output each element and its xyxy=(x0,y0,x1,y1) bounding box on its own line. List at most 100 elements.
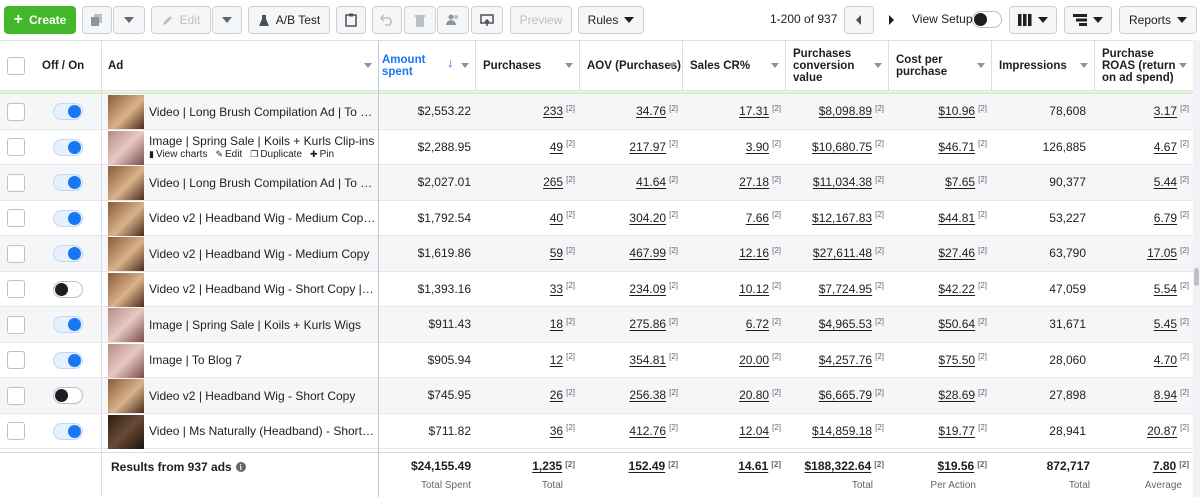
scrollbar-thumb[interactable] xyxy=(1194,268,1199,286)
audience-button[interactable] xyxy=(437,6,469,34)
select-all-checkbox[interactable] xyxy=(7,57,25,75)
previous-page-button[interactable] xyxy=(844,6,874,34)
row-action-3[interactable]: ✚ Pin xyxy=(310,149,334,160)
view-setup-toggle[interactable] xyxy=(972,11,1002,28)
vertical-scrollbar[interactable] xyxy=(1193,40,1200,497)
column-menu-icon[interactable] xyxy=(364,63,372,68)
ad-status-toggle[interactable] xyxy=(53,103,83,121)
ad-status-toggle[interactable] xyxy=(53,245,83,263)
column-header-sales-cr[interactable]: Sales CR% xyxy=(686,41,785,91)
ad-thumbnail[interactable] xyxy=(108,95,144,129)
table-row[interactable]: Video | Long Brush Compilation Ad | To B… xyxy=(0,94,1193,130)
column-header-cost-per-purchase[interactable]: Cost per purchase xyxy=(892,41,991,91)
table-row[interactable]: Video | Long Brush Compilation Ad | To B… xyxy=(0,165,1193,201)
column-header-amount-spent[interactable]: Amount spent ↓ xyxy=(378,41,475,91)
info-icon[interactable]: i xyxy=(235,462,246,472)
table-row[interactable]: Video v2 | Headband Wig - Medium Copy | … xyxy=(0,201,1193,236)
column-menu-icon[interactable] xyxy=(565,63,573,68)
ad-status-toggle[interactable] xyxy=(53,387,83,405)
column-header-purchases-conversion-value[interactable]: Purchases conversion value xyxy=(789,41,888,91)
duplicate-dropdown-button[interactable] xyxy=(113,6,145,34)
duplicate-button[interactable] xyxy=(82,6,112,34)
ad-status-toggle[interactable] xyxy=(53,138,83,156)
column-menu-icon[interactable] xyxy=(977,63,985,68)
table-row[interactable]: Image | Spring Sale | Koils + Kurls Wigs… xyxy=(0,307,1193,343)
column-header-purchase-roas[interactable]: Purchase ROAS (return on ad spend) xyxy=(1098,41,1193,91)
ad-thumbnail[interactable] xyxy=(108,237,144,271)
column-header-ad[interactable]: Ad xyxy=(104,41,378,91)
row-checkbox[interactable] xyxy=(7,351,25,370)
ad-thumbnail[interactable] xyxy=(108,130,144,165)
ad-name-link[interactable]: Video v2 | Headband Wig - Medium Copy | … xyxy=(149,211,377,225)
share-preview-button[interactable] xyxy=(471,6,503,34)
table-row[interactable]: Video | Ms Naturally (Headband) - Short … xyxy=(0,414,1193,449)
ad-name-link[interactable]: Video | Long Brush Compilation Ad | To B… xyxy=(149,105,377,119)
column-menu-icon[interactable] xyxy=(461,63,469,68)
ad-status-toggle[interactable] xyxy=(53,174,83,192)
breakdown-button[interactable] xyxy=(1064,6,1112,34)
ad-status-toggle[interactable] xyxy=(53,316,83,334)
column-header-purchases[interactable]: Purchases xyxy=(479,41,579,91)
toggle-knob xyxy=(55,389,68,403)
row-action-2[interactable]: ❐ Duplicate xyxy=(250,149,302,160)
reports-button[interactable]: Reports xyxy=(1119,6,1197,34)
clipboard-button[interactable] xyxy=(336,6,366,34)
undo-button[interactable] xyxy=(372,6,402,34)
next-page-button[interactable] xyxy=(876,6,906,34)
ad-status-toggle[interactable] xyxy=(53,422,83,440)
ad-status-toggle[interactable] xyxy=(53,280,83,298)
rules-button[interactable]: Rules xyxy=(578,6,644,34)
row-checkbox[interactable] xyxy=(7,102,25,121)
column-header-impressions[interactable]: Impressions xyxy=(995,41,1094,91)
ad-thumbnail[interactable] xyxy=(108,308,144,342)
table-row[interactable]: Video v2 | Headband Wig - Short Copy | H… xyxy=(0,272,1193,307)
create-button[interactable]: + Create xyxy=(4,6,76,34)
column-menu-icon[interactable] xyxy=(668,63,676,68)
ad-thumbnail[interactable] xyxy=(108,414,144,449)
columns-button[interactable] xyxy=(1009,6,1057,34)
row-action-1[interactable]: ✎ Edit xyxy=(215,149,242,160)
table-row[interactable]: Video v2 | Headband Wig - Medium Copy $1,… xyxy=(0,236,1193,272)
table-row[interactable]: Image | To Blog 7 $905.94 12 [2] 354.81 [2] 20… xyxy=(0,343,1193,378)
ad-thumbnail[interactable] xyxy=(108,379,144,413)
ad-name-link[interactable]: Video | Long Brush Compilation Ad | To B… xyxy=(149,176,377,190)
ad-name-link[interactable]: Image | Spring Sale | Koils + Kurls Clip… xyxy=(149,134,377,148)
ad-name-link[interactable]: Video v2 | Headband Wig - Short Copy xyxy=(149,389,377,403)
row-action-0[interactable]: ▮ View charts xyxy=(149,149,207,160)
ad-thumbnail[interactable] xyxy=(108,201,144,236)
row-checkbox[interactable] xyxy=(7,280,25,299)
edit-button[interactable]: Edit xyxy=(151,6,211,34)
ad-name-link[interactable]: Video v2 | Headband Wig - Short Copy | H… xyxy=(149,282,377,296)
ad-status-toggle[interactable] xyxy=(53,351,83,369)
delete-button[interactable] xyxy=(404,6,436,34)
row-checkbox[interactable] xyxy=(7,209,25,228)
table-row[interactable]: Image | Spring Sale | Koils + Kurls Clip… xyxy=(0,130,1193,165)
trash-icon xyxy=(415,14,425,27)
row-checkbox[interactable] xyxy=(7,315,25,334)
row-checkbox[interactable] xyxy=(7,173,25,192)
ad-status-toggle[interactable] xyxy=(53,209,83,227)
column-menu-icon[interactable] xyxy=(1080,63,1088,68)
row-checkbox[interactable] xyxy=(7,244,25,263)
ab-test-button[interactable]: A/B Test xyxy=(248,6,330,34)
column-menu-icon[interactable] xyxy=(1179,63,1187,68)
ad-thumbnail[interactable] xyxy=(108,272,144,307)
column-menu-icon[interactable] xyxy=(771,63,779,68)
ad-name-link[interactable]: Image | To Blog 7 xyxy=(149,353,377,367)
edit-dropdown-button[interactable] xyxy=(212,6,242,34)
ad-name-link[interactable]: Video v2 | Headband Wig - Medium Copy xyxy=(149,247,377,261)
column-menu-icon[interactable] xyxy=(874,63,882,68)
table-row[interactable]: Video v2 | Headband Wig - Short Copy $745… xyxy=(0,378,1193,414)
sort-descending-icon[interactable]: ↓ xyxy=(447,56,454,69)
ad-thumbnail[interactable] xyxy=(108,166,144,200)
row-checkbox[interactable] xyxy=(7,422,25,441)
column-header-aov[interactable]: AOV (Purchases) xyxy=(583,41,682,91)
column-header-off-on[interactable]: Off / On xyxy=(38,41,101,91)
purchases-cell: 33 [2] xyxy=(549,281,575,296)
preview-button[interactable]: Preview xyxy=(510,6,572,34)
row-checkbox[interactable] xyxy=(7,386,25,405)
row-checkbox[interactable] xyxy=(7,138,25,157)
ad-name-link[interactable]: Image | Spring Sale | Koils + Kurls Wigs xyxy=(149,318,377,332)
ad-thumbnail[interactable] xyxy=(108,343,144,378)
ad-name-link[interactable]: Video | Ms Naturally (Headband) - Short … xyxy=(149,424,377,438)
